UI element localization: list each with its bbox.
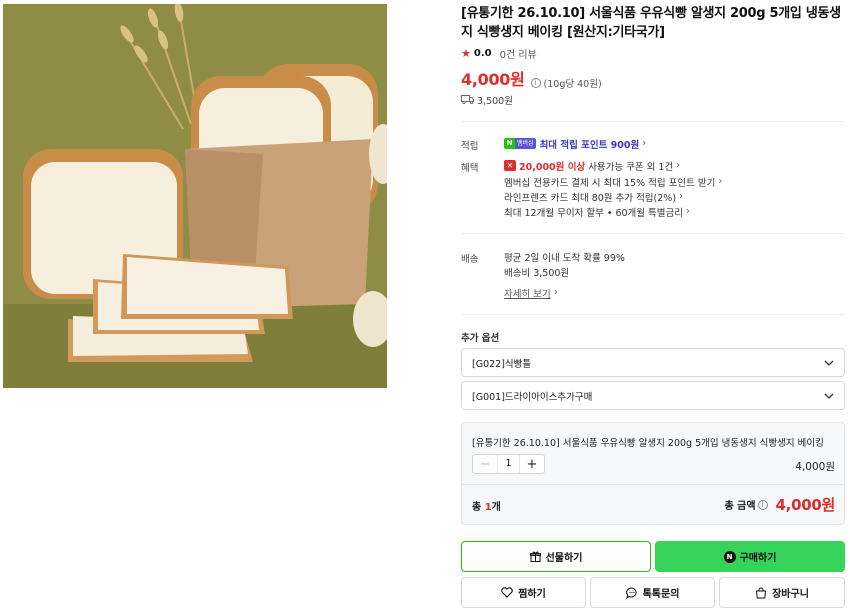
- wishlist-button[interactable]: 찜하기: [461, 577, 586, 608]
- chevron-right-icon: ›: [686, 206, 690, 217]
- delivery-eta: 평균 2일 이내 도착 확률 99%: [504, 250, 625, 264]
- selected-item-price: 4,000원: [795, 461, 835, 473]
- gift-icon: [529, 551, 541, 562]
- gift-button-label: 선물하기: [545, 553, 583, 564]
- info-icon[interactable]: i: [757, 499, 768, 510]
- delivery-details-link[interactable]: 자세히 보기 ›: [504, 286, 558, 300]
- total-count-prefix: 총: [472, 502, 485, 513]
- delivery-eta-text: 평균 2일 이내 도착 확률 99%: [504, 252, 625, 264]
- talk-inquiry-button-label: 톡톡문의: [642, 589, 680, 600]
- points-link[interactable]: N 멤버십 최대 적립 포인트 900원 ›: [504, 137, 647, 151]
- membership-card-text: 멤버십 전용카드 결제 시 최대 15% 적립 포인트 받기: [504, 177, 716, 189]
- membership-badge-text: 멤버십: [515, 138, 536, 149]
- review-count-link[interactable]: 0건 리뷰: [500, 46, 537, 61]
- coupon-text: 사용가능 쿠폰 외 1건: [588, 161, 674, 173]
- total-count-suffix: 개: [491, 502, 501, 513]
- sale-price: 4,000원: [461, 70, 525, 89]
- unit-price-text: (10g당 40원): [543, 79, 602, 90]
- benefits-label: 혜택: [461, 163, 479, 174]
- naver-n-icon: N: [504, 138, 515, 149]
- option-select-value: [G022]식빵틀: [472, 358, 532, 370]
- quantity-stepper: − 1 +: [472, 454, 545, 474]
- unit-price: i (10g당 40원): [530, 76, 602, 90]
- heart-icon: [501, 587, 513, 598]
- membership-card-link[interactable]: 멤버십 전용카드 결제 시 최대 15% 적립 포인트 받기 ›: [504, 175, 723, 189]
- coupon-icon: ✕: [504, 160, 516, 171]
- divider: [461, 233, 845, 234]
- star-icon: ★: [461, 46, 471, 60]
- total-count-number: 1: [484, 502, 492, 513]
- delivery-details-text: 자세히 보기: [504, 288, 551, 300]
- selected-item-box: [유통기한 26.10.10] 서울식품 우유식빵 알생지 200g 5개입 냉…: [461, 422, 845, 525]
- option-select-bread-pan[interactable]: [G022]식빵틀: [461, 348, 845, 377]
- buy-button[interactable]: N 구매하기: [655, 541, 845, 572]
- points-label: 적립: [461, 141, 479, 152]
- talk-inquiry-button[interactable]: 톡톡문의: [590, 577, 715, 608]
- option-select-value: [G001]드라이아이스추가구매: [472, 391, 593, 403]
- shipping-fee: 3,500원: [477, 95, 513, 107]
- product-image: [3, 4, 387, 388]
- delivery-fee: 배송비 3,500원: [504, 265, 570, 279]
- bread-photo: [3, 4, 387, 388]
- cart-button-label: 장바구니: [772, 589, 809, 600]
- shopping-bag-icon: [756, 587, 767, 598]
- line-friends-card-link[interactable]: 라인프렌즈 카드 최대 80원 추가 적립(2%) ›: [504, 190, 684, 204]
- divider: [461, 121, 845, 122]
- chevron-right-icon: ›: [553, 287, 558, 298]
- rating-score: 0.0: [473, 47, 492, 59]
- selected-item-name: [유통기한 26.10.10] 서울식품 우유식빵 알생지 200g 5개입 냉…: [472, 438, 824, 449]
- buy-button-label: 구매하기: [739, 553, 777, 564]
- chevron-right-icon: ›: [718, 176, 723, 187]
- installment-link[interactable]: 최대 12개월 무이자 할부 • 60개월 특별금리 ›: [504, 205, 690, 219]
- total-amount: 4,000원: [775, 496, 836, 514]
- line-friends-card-text: 라인프렌즈 카드 최대 80원 추가 적립(2%): [504, 192, 677, 204]
- chevron-right-icon: ›: [642, 138, 647, 149]
- chevron-down-icon: [824, 360, 834, 366]
- coupon-link[interactable]: ✕ 20,000원 이상 사용가능 쿠폰 외 1건 ›: [504, 159, 681, 173]
- gift-button[interactable]: 선물하기: [461, 541, 651, 572]
- coupon-min-amount: 20,000원 이상: [519, 161, 586, 173]
- chevron-right-icon: ›: [679, 191, 684, 202]
- total-count: 총 1개: [472, 498, 501, 513]
- additional-options-label: 추가 옵션: [461, 333, 500, 344]
- product-title: [유통기한 26.10.10] 서울식품 우유식빵 알생지 200g 5개입 냉…: [461, 6, 841, 40]
- npay-membership-badge: N 멤버십: [504, 138, 536, 149]
- option-select-dry-ice[interactable]: [G001]드라이아이스추가구매: [461, 381, 845, 410]
- chevron-down-icon: [824, 393, 834, 399]
- wishlist-button-label: 찜하기: [518, 589, 546, 600]
- total-amount-row: 총 금액 i 4,000원: [724, 494, 835, 515]
- delivery-label: 배송: [461, 254, 479, 265]
- divider: [461, 314, 845, 315]
- truck-icon: [461, 95, 474, 104]
- quantity-decrease-button[interactable]: −: [473, 455, 497, 473]
- quantity-input[interactable]: 1: [497, 455, 520, 473]
- chevron-right-icon: ›: [676, 160, 681, 171]
- cart-button[interactable]: 장바구니: [719, 577, 845, 608]
- divider: [462, 484, 844, 485]
- total-amount-label: 총 금액: [724, 501, 756, 512]
- delivery-fee-text: 배송비 3,500원: [504, 267, 570, 279]
- info-icon[interactable]: i: [530, 78, 541, 88]
- rating-row: ★ 0.0 0건 리뷰: [461, 46, 537, 61]
- points-text: 최대 적립 포인트 900원: [539, 139, 640, 151]
- chat-bubble-icon: [625, 587, 637, 599]
- price-row: 4,000원 i (10g당 40원): [461, 66, 602, 90]
- installment-text: 최대 12개월 무이자 할부 • 60개월 특별금리: [504, 207, 683, 219]
- quantity-increase-button[interactable]: +: [520, 455, 544, 473]
- shipping-fee-row: 3,500원: [461, 93, 513, 107]
- naver-pay-icon: N: [723, 550, 736, 563]
